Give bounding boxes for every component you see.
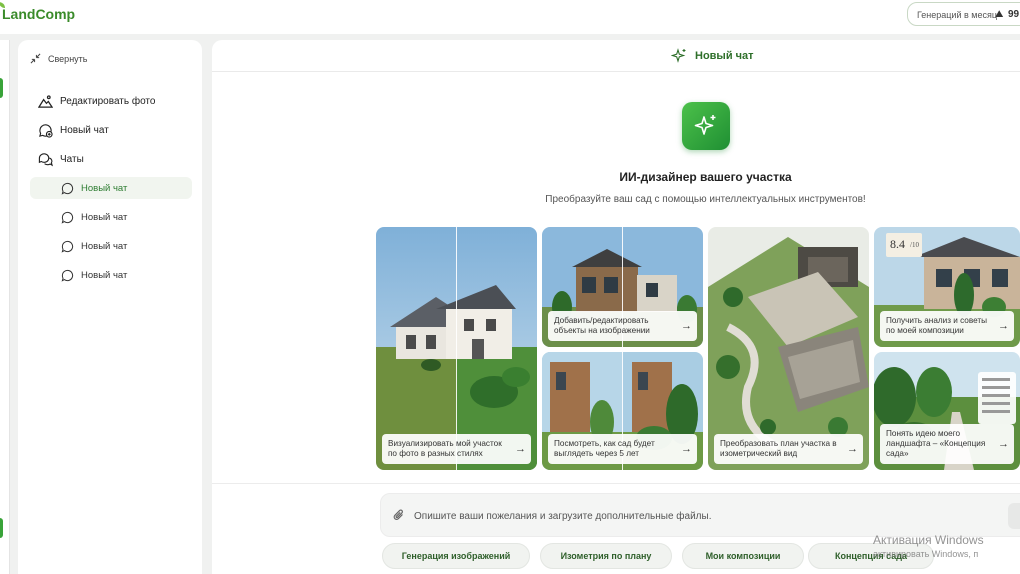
sparkle-icon [694, 115, 716, 135]
collapse-label: Свернуть [48, 53, 88, 64]
divider [212, 483, 1020, 484]
chat-list-item[interactable]: Новый чат [30, 235, 192, 257]
chip-label: Изометрия по плану [560, 551, 652, 561]
chat-list-item[interactable]: Новый чат [30, 264, 192, 286]
arrow-right-icon: → [998, 320, 1009, 332]
arrow-right-icon: → [515, 443, 526, 455]
app-logo[interactable]: LandComp [0, 2, 76, 22]
arrow-right-icon: → [998, 438, 1009, 450]
watermark-title: Активация Windows [873, 533, 984, 547]
sidebar-item-label: Редактировать фото [60, 96, 156, 107]
generations-count: 99 [1008, 9, 1020, 20]
card-caption: Понять идею моего ландшафта – «Концепция… [880, 424, 1014, 464]
rail-indicator [0, 518, 3, 538]
card-isometric-plan[interactable]: Преобразовать план участка в изометричес… [708, 227, 869, 470]
collapse-icon [30, 53, 41, 64]
chip-label: Мои композиции [705, 551, 781, 561]
chip-image-generation[interactable]: Генерация изображений [382, 543, 530, 569]
card-caption: Посмотреть, как сад будет выглядеть чере… [548, 434, 697, 464]
arrow-right-icon: → [847, 443, 858, 455]
chat-label: Новый чат [81, 269, 128, 281]
sidebar-item-edit-photo[interactable]: Редактировать фото [38, 94, 155, 109]
mountain-icon: ⛰ [995, 9, 1004, 20]
card-caption-text: Понять идею моего ландшафта – «Концепция… [886, 429, 986, 458]
score-value: 8.4 [890, 237, 905, 251]
sparkle-icon [671, 48, 686, 63]
send-button[interactable] [1008, 503, 1020, 529]
prompt-input[interactable] [414, 506, 974, 526]
sidebar-item-label: Чаты [60, 154, 84, 165]
ai-designer-badge [682, 102, 730, 150]
card-edit-objects[interactable]: Добавить/редактировать объекты на изобра… [542, 227, 703, 347]
top-bar: LandComp Генераций в месяц ⛰ 99 [0, 0, 1020, 34]
chip-isometry-by-plan[interactable]: Изометрия по плану [540, 543, 672, 569]
sidebar-item-label: Новый чат [60, 125, 109, 136]
card-caption-text: Посмотреть, как сад будет выглядеть чере… [554, 439, 655, 458]
chat-label: Новый чат [81, 240, 128, 252]
card-caption: Получить анализ и советы по моей компози… [880, 311, 1014, 341]
sidebar-item-new-chat[interactable]: Новый чат [38, 123, 109, 138]
sidebar-item-chats[interactable]: Чаты [38, 152, 84, 167]
left-rail [0, 40, 10, 574]
chat-list-item[interactable]: Новый чат [30, 206, 192, 228]
card-caption-text: Добавить/редактировать объекты на изобра… [554, 316, 650, 335]
mountain-photo-icon [38, 95, 53, 108]
card-garden-5-years[interactable]: Посмотреть, как сад будет выглядеть чере… [542, 352, 703, 470]
card-composition-analysis[interactable]: 8.4 /10 Получить анализ и советы по моей… [874, 227, 1020, 347]
rail-indicator [0, 78, 3, 98]
arrow-right-icon: → [681, 443, 692, 455]
score-unit: /10 [910, 241, 919, 249]
arrow-right-icon: → [681, 320, 692, 332]
hero-title: ИИ-дизайнер вашего участка [619, 170, 792, 184]
watermark-subtitle: активировать Windows, п [873, 549, 979, 559]
chip-my-compositions[interactable]: Мои композиции [682, 543, 804, 569]
prompt-box [380, 493, 1020, 537]
chat-title: Новый чат [695, 50, 754, 62]
main-panel: Новый чат ИИ-дизайнер вашего участка Пре… [212, 40, 1020, 574]
chat-list-item[interactable]: Новый чат [30, 177, 192, 199]
card-garden-concept[interactable]: Понять идею моего ландшафта – «Концепция… [874, 352, 1020, 470]
new-chat-icon [39, 124, 53, 138]
hero-subtitle: Преобразуйте ваш сад с помощью интеллект… [545, 194, 866, 205]
chat-label: Новый чат [81, 211, 128, 223]
chat-bubble-icon [61, 211, 74, 224]
logo-text: LandComp [2, 6, 76, 22]
chat-label: Новый чат [81, 182, 128, 194]
chat-bubble-icon [61, 182, 74, 195]
chip-label: Генерация изображений [401, 551, 511, 561]
generations-label: Генераций в месяц [917, 10, 997, 20]
paperclip-icon[interactable] [392, 508, 406, 522]
chat-header: Новый чат [212, 40, 1020, 72]
card-caption-text: Преобразовать план участка в изометричес… [720, 439, 837, 458]
chat-bubble-icon [61, 269, 74, 282]
chats-icon [38, 153, 53, 167]
chat-bubble-icon [61, 240, 74, 253]
sidebar: Свернуть Редактировать фото Новый чат Ча… [18, 40, 202, 574]
leaf-icon [0, 2, 5, 8]
card-caption: Визуализировать мой участок по фото в ра… [382, 434, 531, 464]
card-caption: Добавить/редактировать объекты на изобра… [548, 311, 697, 341]
card-visualize-styles[interactable]: Визуализировать мой участок по фото в ра… [376, 227, 537, 470]
card-caption-text: Визуализировать мой участок по фото в ра… [388, 439, 502, 458]
card-caption: Преобразовать план участка в изометричес… [714, 434, 863, 464]
windows-activation-watermark: Активация Windows активировать Windows, … [873, 533, 984, 559]
collapse-button[interactable]: Свернуть [30, 53, 87, 64]
generations-counter[interactable]: Генераций в месяц ⛰ 99 [907, 2, 1020, 26]
card-caption-text: Получить анализ и советы по моей компози… [886, 316, 988, 335]
